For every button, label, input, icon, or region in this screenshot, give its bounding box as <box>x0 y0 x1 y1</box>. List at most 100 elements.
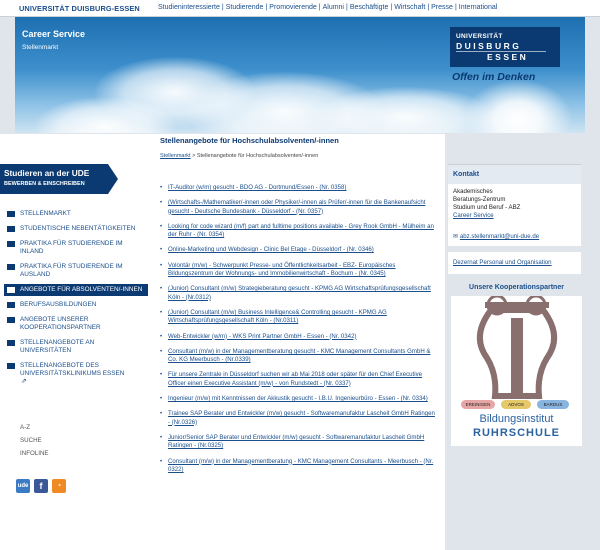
sun-decoration <box>463 79 573 133</box>
sidebar-item-label: STELLENANGEBOTE DES UNIVERSITÄTSKLINIKUM… <box>20 362 125 377</box>
sidebar-item-label: ANGEBOTE UNSERER KOOPERATIONSPARTNER <box>20 316 101 331</box>
logo-line-1: UNIVERSITÄT <box>456 33 503 40</box>
square-bullet-icon <box>7 287 15 293</box>
rss-icon[interactable]: ◔ <box>52 479 66 493</box>
job-link[interactable]: IT-Auditor (w/m) gesucht - BDO AG - Dort… <box>168 184 346 191</box>
contact-line: Akademisches <box>453 188 493 195</box>
ude-icon[interactable]: ude <box>16 479 30 493</box>
breadcrumb-separator: > <box>192 153 196 159</box>
list-item: (Junior) Consultant (m/w) Business Intel… <box>160 309 438 326</box>
nav-beschaeftigte[interactable]: Beschäftigte <box>350 4 389 11</box>
sidebar-item-praktika-ausland[interactable]: PRAKTIKA FÜR STUDIERENDE IM AUSLAND <box>4 261 148 281</box>
nav-wirtschaft[interactable]: Wirtschaft <box>394 4 425 11</box>
dezernat-link[interactable]: Dezernat Personal und Organisation <box>453 259 552 266</box>
nav-studieninteressierte[interactable]: Studieninteressierte <box>158 4 220 11</box>
sidebar-links: A-Z SUCHE INFOLINE <box>20 424 49 463</box>
contact-line: Studium und Beruf - ABZ <box>453 204 521 211</box>
partner-chip: BARDUS <box>537 400 569 409</box>
sidebar-item-stellenmarkt[interactable]: STELLENMARKT <box>4 208 148 220</box>
list-item: (Junior) Consultant (m/w) Strategieberat… <box>160 285 438 302</box>
list-item: Online-Marketing und Webdesign - Clinic … <box>160 246 438 255</box>
breadcrumb-link[interactable]: Stellenmarkt <box>160 153 191 159</box>
sidebar-item-label: STUDENTISCHE NEBENTÄTIGKEITEN <box>20 225 136 232</box>
top-bar: UNIVERSITÄT DUISBURG-ESSEN Studienintere… <box>0 0 600 17</box>
partner-chip: EREINIGEN <box>461 400 495 409</box>
square-bullet-icon <box>7 317 15 323</box>
sidebar-item-universitaeten[interactable]: STELLENANGEBOTE AN UNIVERSITÄTEN <box>4 337 148 357</box>
job-link[interactable]: Consultant (m/w) in der Managementberatu… <box>168 348 431 363</box>
job-link[interactable]: Für unsere Zentrale in Düsseldorf suchen… <box>168 371 422 386</box>
section-subtitle: Stellenmarkt <box>22 44 59 51</box>
sidebar-header: Studieren an der UDE BEWERBEN & EINSCHRE… <box>0 164 118 194</box>
sidebar-item-universitaetsklinikum[interactable]: STELLENANGEBOTE DES UNIVERSITÄTSKLINIKUM… <box>4 360 148 388</box>
university-name-link[interactable]: UNIVERSITÄT DUISBURG-ESSEN <box>19 4 140 13</box>
list-item: Consultant (m/w) in der Managementberatu… <box>160 458 438 475</box>
sidebar-item-label: STELLENANGEBOTE AN UNIVERSITÄTEN <box>20 339 95 354</box>
job-link[interactable]: (Junior) Consultant (m/w) Business Intel… <box>168 309 387 324</box>
job-link[interactable]: Ingenieur (m/w) mit Kenntnissen der Akku… <box>168 395 428 402</box>
mail-icon: ✉ <box>453 233 459 240</box>
sidebar: Studieren an der UDE BEWERBEN & EINSCHRE… <box>0 134 148 550</box>
slogan: Offen im Denken <box>452 71 536 83</box>
section-title: Career Service <box>22 29 86 39</box>
main-content: Stellenangebote für Hochschulabsolventen… <box>148 134 445 550</box>
list-item: (Wirtschafts-/Mathematiker/-innen oder P… <box>160 199 438 216</box>
sidebar-menu: STELLENMARKT STUDENTISCHE NEBENTÄTIGKEIT… <box>4 208 148 391</box>
breadcrumb: Stellenmarkt > Stellenangebote für Hochs… <box>160 153 318 159</box>
header-banner: Career Service Stellenmarkt UNIVERSITÄT … <box>15 17 585 133</box>
sidebar-item-label: BERUFSAUSBILDUNGEN <box>20 301 97 308</box>
email-link[interactable]: abz.stellenmarkt@uni-due.de <box>460 233 539 240</box>
job-link[interactable]: Volontär (m/w) - Schwerpunkt Presse- und… <box>168 262 395 277</box>
partner-chips: EREINIGEN ADVOS BARDUS <box>461 400 573 410</box>
link-a-z[interactable]: A-Z <box>20 424 49 431</box>
sidebar-item-berufsausbildungen[interactable]: BERUFSAUSBILDUNGEN <box>4 299 148 311</box>
facebook-icon[interactable]: f <box>34 479 48 493</box>
job-link[interactable]: Online-Marketing und Webdesign - Clinic … <box>168 246 374 253</box>
job-link[interactable]: Junior/Senior SAP Berater und Entwickler… <box>168 434 424 449</box>
logo-line-3: ESSEN <box>487 52 529 62</box>
nav-international[interactable]: International <box>459 4 498 11</box>
job-link[interactable]: Looking for code wizard (m/f) part and f… <box>168 223 434 238</box>
list-item: Für unsere Zentrale in Düsseldorf suchen… <box>160 371 438 388</box>
sidebar-item-praktika-inland[interactable]: PRAKTIKA FÜR STUDIERENDE IM INLAND <box>4 238 148 258</box>
job-link[interactable]: Web-Entwickler (w/m) - WKS Print Partner… <box>168 333 357 340</box>
logo-line-2: DUISBURG <box>456 41 522 51</box>
list-item: Web-Entwickler (w/m) - WKS Print Partner… <box>160 333 438 342</box>
list-item: Consultant (m/w) in der Managementberatu… <box>160 348 438 365</box>
link-suche[interactable]: SUCHE <box>20 437 49 444</box>
nav-presse[interactable]: Presse <box>431 4 453 11</box>
contact-title: Kontakt <box>448 165 581 184</box>
list-item: Trainee SAP Berater und Entwickler (m/w)… <box>160 410 438 427</box>
partner-title: Unsere Kooperationspartner <box>469 284 564 291</box>
sidebar-item-kooperationspartner[interactable]: ANGEBOTE UNSERER KOOPERATIONSPARTNER <box>4 314 148 334</box>
headframe-icon <box>477 294 557 399</box>
nav-studierende[interactable]: Studierende <box>226 4 264 11</box>
sidebar-item-label: PRAKTIKA FÜR STUDIERENDE IM AUSLAND <box>20 263 123 278</box>
job-link[interactable]: Trainee SAP Berater und Entwickler (m/w)… <box>168 410 435 425</box>
external-link-icon: ⇗ <box>21 378 27 385</box>
contact-box: Kontakt Akademisches Beratungs-Zentrum S… <box>448 164 581 246</box>
page: UNIVERSITÄT DUISBURG-ESSEN Studienintere… <box>0 0 600 550</box>
job-link[interactable]: (Wirtschafts-/Mathematiker/-innen oder P… <box>168 199 425 214</box>
partner-chip: ADVOS <box>501 400 531 409</box>
university-logo[interactable]: UNIVERSITÄT DUISBURG ESSEN <box>450 27 560 67</box>
top-nav: Studieninteressierte | Studierende | Promovi… <box>158 4 498 11</box>
list-item: Junior/Senior SAP Berater und Entwickler… <box>160 434 438 451</box>
list-item: IT-Auditor (w/m) gesucht - BDO AG - Dort… <box>160 184 438 193</box>
sidebar-item-label: PRAKTIKA FÜR STUDIERENDE IM INLAND <box>20 240 123 255</box>
job-link[interactable]: (Junior) Consultant (m/w) Strategieberat… <box>168 285 431 300</box>
partner-name-line-2: RUHRSCHULE <box>473 427 560 439</box>
sidebar-item-absolventen[interactable]: ANGEBOTE FÜR ABSOLVENTEN/-INNEN <box>4 284 148 296</box>
dezernat-box: Dezernat Personal und Organisation <box>448 252 581 274</box>
career-service-link[interactable]: Career Service <box>453 212 578 220</box>
job-link[interactable]: Consultant (m/w) in der Managementberatu… <box>168 458 433 473</box>
sidebar-item-label: ANGEBOTE FÜR ABSOLVENTEN/-INNEN <box>20 286 143 293</box>
nav-alumni[interactable]: Alumni <box>323 4 344 11</box>
link-infoline[interactable]: INFOLINE <box>20 450 49 457</box>
partner-name-line-1: Bildungsinstitut <box>479 413 554 425</box>
partner-logo[interactable]: EREINIGEN ADVOS BARDUS Bildungsinstitut … <box>451 294 582 446</box>
sidebar-item-label: STELLENMARKT <box>20 210 71 217</box>
nav-promovierende[interactable]: Promovierende <box>269 4 316 11</box>
square-bullet-icon <box>7 363 15 369</box>
sidebar-item-nebentaetigkeiten[interactable]: STUDENTISCHE NEBENTÄTIGKEITEN <box>4 223 148 235</box>
